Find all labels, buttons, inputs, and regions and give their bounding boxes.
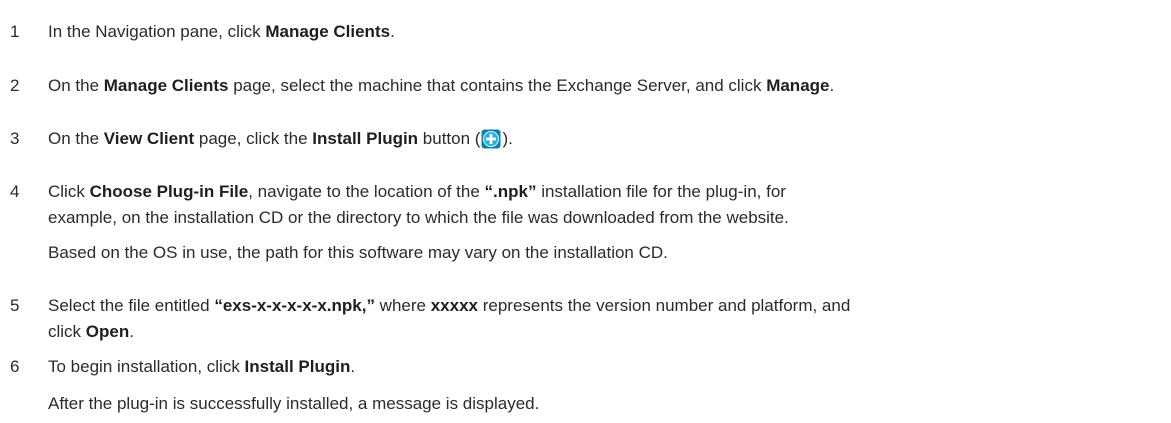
ui-term: Choose Plug-in File <box>89 182 249 201</box>
step-number: 5 <box>10 296 20 315</box>
step-text: In the Navigation pane, click Manage Cli… <box>48 22 395 41</box>
step-text-continued: example, on the installation CD or the d… <box>48 208 789 227</box>
ui-term: Install Plugin <box>244 357 351 376</box>
step-2: 2 On the Manage Clients page, select the… <box>0 73 1171 99</box>
step-text: On the View Client page, click the Insta… <box>48 129 513 149</box>
step-number: 3 <box>10 129 20 148</box>
placeholder-term: xxxxx <box>430 296 478 315</box>
step-number: 4 <box>10 182 20 201</box>
step-number: 1 <box>10 22 20 41</box>
file-name: “exs-x-x-x-x-x.npk,” <box>214 296 375 315</box>
ui-term: Manage Clients <box>265 22 391 41</box>
step-4: 4 Click Choose Plug-in File, navigate to… <box>0 179 1171 231</box>
step-6: 6 To begin installation, click Install P… <box>0 354 1171 380</box>
step-1: 1 In the Navigation pane, click Manage C… <box>0 19 1171 45</box>
plus-circle-icon <box>481 129 501 149</box>
step-4-note: Based on the OS in use, the path for thi… <box>48 243 668 262</box>
step-text: Select the file entitled “exs-x-x-x-x-x.… <box>48 296 851 315</box>
step-text: Click Choose Plug-in File, navigate to t… <box>48 182 786 201</box>
file-name: “.npk” <box>484 182 537 201</box>
step-text: To begin installation, click Install Plu… <box>48 357 356 376</box>
step-6-note: After the plug-in is successfully instal… <box>48 394 540 413</box>
ui-term: Manage <box>766 76 830 95</box>
ui-term: Manage Clients <box>103 76 229 95</box>
step-number: 6 <box>10 357 20 376</box>
ui-term: Open <box>85 322 130 341</box>
step-3: 3 On the View Client page, click the Ins… <box>0 126 1171 152</box>
step-text: On the Manage Clients page, select the m… <box>48 76 835 95</box>
ui-term: View Client <box>103 129 195 148</box>
ui-term: Install Plugin <box>312 129 419 148</box>
step-text-continued: click Open. <box>48 322 134 341</box>
step-number: 2 <box>10 76 20 95</box>
step-5: 5 Select the file entitled “exs-x-x-x-x-… <box>0 293 1171 345</box>
